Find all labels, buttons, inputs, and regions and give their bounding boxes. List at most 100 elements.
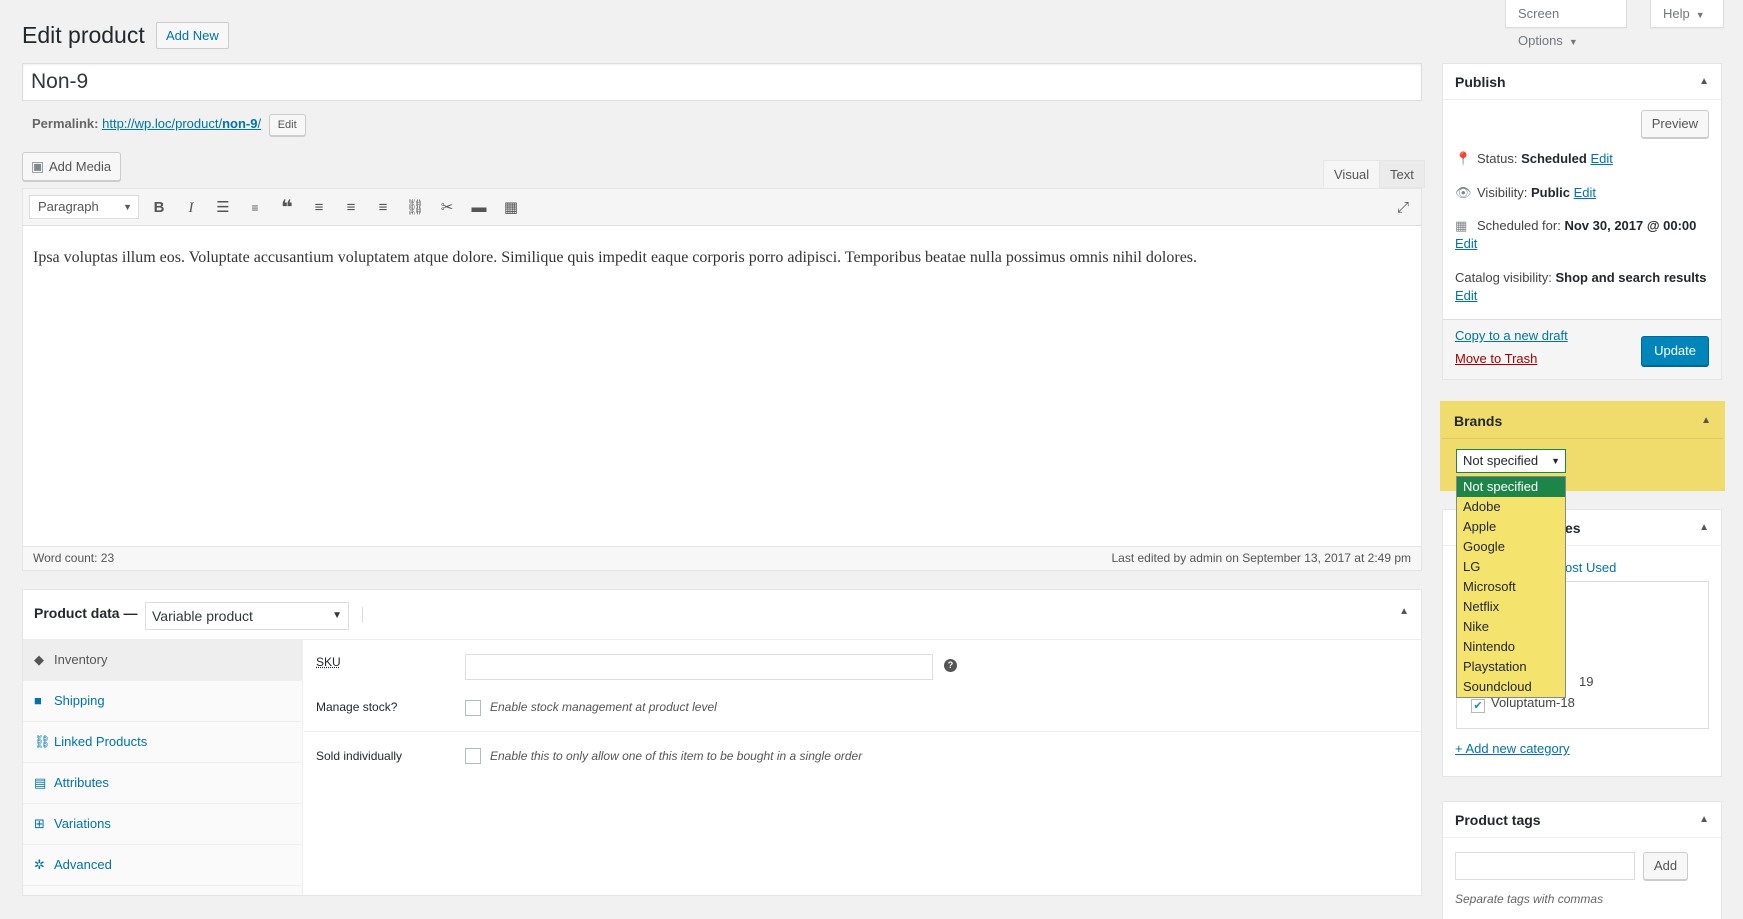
brand-option[interactable]: Adobe	[1457, 497, 1565, 517]
post-title-input[interactable]: Non-9	[22, 63, 1422, 101]
tag-input[interactable]	[1455, 852, 1635, 880]
help-label: Help	[1663, 6, 1690, 21]
screen-options-button[interactable]: Screen Options ▼	[1505, 0, 1627, 48]
status-edit-link[interactable]: Edit	[1590, 151, 1612, 166]
permalink-edit-button[interactable]: Edit	[268, 113, 306, 136]
update-button[interactable]: Update	[1641, 336, 1709, 366]
align-right-icon[interactable]: ≡	[371, 197, 395, 219]
brand-option[interactable]: Google	[1457, 537, 1565, 557]
tab-variations[interactable]: ⊞ Variations	[23, 804, 302, 845]
manage-stock-checkbox[interactable]	[465, 700, 481, 716]
help-icon[interactable]: ?	[944, 659, 957, 672]
status-label: Status:	[1477, 151, 1518, 166]
permalink-link[interactable]: http://wp.loc/product/non-9/	[102, 116, 261, 131]
bold-icon[interactable]: B	[147, 197, 171, 219]
brand-option[interactable]: LG	[1457, 557, 1565, 577]
gear-icon: ✲	[34, 857, 45, 872]
fullscreen-icon[interactable]: ⤢	[1391, 197, 1415, 219]
divider	[362, 607, 363, 623]
brand-option[interactable]: Netflix	[1457, 597, 1565, 617]
tab-visual[interactable]: Visual	[1323, 160, 1381, 188]
preview-button[interactable]: Preview	[1640, 110, 1709, 138]
link-icon: ⛓	[34, 734, 51, 749]
brand-option[interactable]: Soundcloud	[1457, 677, 1565, 697]
align-center-icon[interactable]: ≡	[339, 197, 363, 219]
help-button[interactable]: Help ▼	[1650, 0, 1724, 28]
schedule-edit-link[interactable]: Edit	[1455, 236, 1477, 251]
tab-inventory[interactable]: ◆ Inventory	[23, 640, 302, 681]
schedule-label: Scheduled for:	[1477, 218, 1561, 233]
tab-advanced[interactable]: ✲ Advanced	[23, 845, 302, 886]
brand-option[interactable]: Not specified	[1457, 477, 1565, 497]
tag-icon: ◆	[34, 652, 44, 667]
brand-option[interactable]: Nike	[1457, 617, 1565, 637]
italic-icon[interactable]: I	[179, 197, 203, 219]
editor-content[interactable]: Ipsa voluptas illum eos. Voluptate accus…	[23, 226, 1421, 290]
tab-label: Linked Products	[54, 734, 148, 749]
permalink-end: /	[257, 116, 262, 131]
toolbar-toggle-icon[interactable]: ▦	[499, 197, 523, 219]
add-new-category-link[interactable]: + Add new category	[1455, 741, 1570, 756]
format-select-value: Paragraph	[38, 199, 99, 214]
publish-header[interactable]: Publish ▲	[1443, 64, 1721, 100]
bullet-list-icon[interactable]: ☰	[211, 197, 235, 219]
move-to-trash-link[interactable]: Move to Trash	[1455, 351, 1537, 366]
manage-stock-row: Manage stock? Enable stock management at…	[304, 685, 1421, 732]
manage-stock-text: Enable stock management at product level	[490, 700, 717, 714]
permalink-label: Permalink:	[32, 116, 99, 131]
brand-option[interactable]: Nintendo	[1457, 637, 1565, 657]
product-type-select[interactable]: Variable product ▼	[145, 602, 349, 630]
copy-draft-link[interactable]: Copy to a new draft	[1455, 328, 1568, 343]
tab-label: Inventory	[54, 652, 108, 667]
most-used-tab[interactable]: ost Used	[1565, 560, 1616, 575]
collapse-arrow-icon[interactable]: ▲	[1699, 64, 1709, 100]
tab-label: Shipping	[54, 693, 105, 708]
collapse-arrow-icon[interactable]: ▲	[1699, 510, 1709, 546]
sold-individually-checkbox[interactable]	[465, 748, 481, 764]
eye-icon: 👁	[1455, 185, 1472, 200]
format-select[interactable]: Paragraph ▼	[29, 195, 139, 219]
catalog-label: Catalog visibility:	[1455, 270, 1552, 285]
product-tags-header[interactable]: Product tags ▲	[1443, 802, 1721, 838]
tab-label: Attributes	[54, 775, 109, 790]
permalink-base: http://wp.loc/product/	[102, 116, 223, 131]
screen-options-label: Screen Options	[1518, 6, 1563, 48]
collapse-arrow-icon[interactable]: ▲	[1701, 415, 1711, 426]
read-more-icon[interactable]: ▬	[467, 197, 491, 219]
editor-toolbar: Paragraph ▼ B I ☰ ≡ ❝ ≡ ≡ ≡ ⛓ ✂ ▬ ▦ ⤢	[23, 189, 1421, 226]
blockquote-icon[interactable]: ❝	[275, 197, 299, 219]
numbered-list-icon[interactable]: ≡	[243, 197, 267, 219]
brands-header[interactable]: Brands ▲	[1442, 403, 1723, 439]
collapse-arrow-icon[interactable]: ▲	[1399, 606, 1409, 617]
brands-select[interactable]: Not specified ▼	[1456, 449, 1566, 473]
tab-text[interactable]: Text	[1379, 160, 1425, 188]
sku-input[interactable]	[465, 654, 933, 680]
grid-icon: ⊞	[34, 816, 45, 831]
sku-row: SKU ?	[304, 640, 1421, 685]
status-value: Scheduled	[1521, 151, 1587, 166]
unlink-icon[interactable]: ✂	[435, 197, 459, 219]
product-type-value: Variable product	[152, 608, 253, 624]
align-left-icon[interactable]: ≡	[307, 197, 331, 219]
status-row: 📍 Status: Scheduled Edit	[1455, 150, 1613, 168]
brand-option[interactable]: Playstation	[1457, 657, 1565, 677]
catalog-edit-link[interactable]: Edit	[1455, 288, 1477, 303]
visibility-row: 👁 Visibility: Public Edit	[1455, 184, 1596, 202]
collapse-arrow-icon[interactable]: ▲	[1699, 802, 1709, 838]
add-media-button[interactable]: ▣ Add Media	[22, 152, 122, 181]
caret-down-icon: ▼	[1695, 10, 1705, 20]
editor-status-bar: Word count: 23 Last edited by admin on S…	[23, 546, 1421, 570]
link-icon[interactable]: ⛓	[403, 197, 427, 219]
checkbox-checked-icon[interactable]: ✔	[1471, 699, 1485, 713]
add-tag-button[interactable]: Add	[1643, 852, 1689, 880]
brand-option[interactable]: Microsoft	[1457, 577, 1565, 597]
schedule-value: Nov 30, 2017 @ 00:00	[1564, 218, 1697, 233]
add-new-button[interactable]: Add New	[156, 22, 229, 49]
catalog-value: Shop and search results	[1555, 270, 1707, 285]
tab-shipping[interactable]: ■ Shipping	[23, 681, 302, 722]
brand-option[interactable]: Apple	[1457, 517, 1565, 537]
tab-linked-products[interactable]: ⛓ Linked Products	[23, 722, 302, 763]
visibility-edit-link[interactable]: Edit	[1574, 185, 1596, 200]
category-item-partial: 19	[1579, 674, 1594, 689]
tab-attributes[interactable]: ▤ Attributes	[23, 763, 302, 804]
